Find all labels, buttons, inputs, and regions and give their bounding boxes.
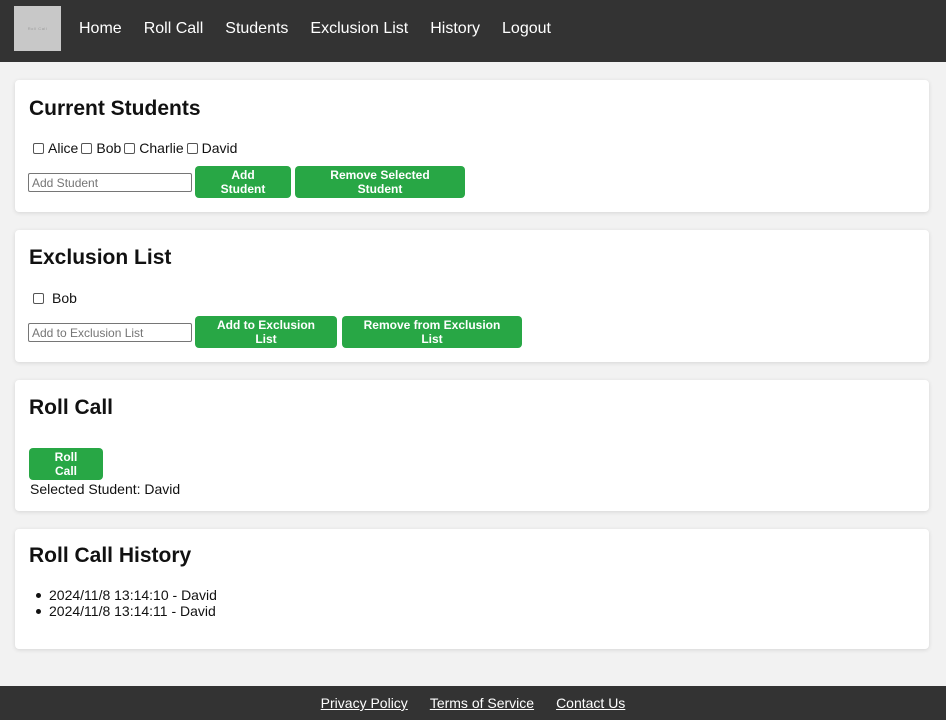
nav-logout-link[interactable]: Logout <box>502 19 551 39</box>
exclusion-name: Bob <box>52 290 77 306</box>
current-students-card: Current Students Alice Bob Charlie David… <box>15 80 929 212</box>
student-checkbox[interactable] <box>124 142 136 154</box>
student-checkbox[interactable] <box>33 142 44 154</box>
nav-roll-call-link[interactable]: Roll Call <box>144 19 204 39</box>
history-list: 2024/11/8 13:14:10 - David 2024/11/8 13:… <box>30 587 217 619</box>
exclusion-checkbox-list: Bob <box>30 289 77 307</box>
student-item-charlie[interactable]: Charlie <box>121 139 184 157</box>
add-student-input[interactable] <box>28 173 192 192</box>
current-students-title: Current Students <box>29 97 201 120</box>
student-checkbox[interactable] <box>81 142 93 154</box>
page-footer: Privacy Policy Terms of Service Contact … <box>0 686 946 720</box>
roll-call-title: Roll Call <box>29 396 114 419</box>
nav-students-link[interactable]: Students <box>225 19 288 39</box>
student-checkbox[interactable] <box>186 142 198 154</box>
bullet-icon <box>36 592 41 598</box>
exclusion-list-card: Exclusion List Bob Add to Exclusion List… <box>15 230 929 362</box>
contact-us-link[interactable]: Contact Us <box>556 695 625 711</box>
student-name: Bob <box>96 140 122 156</box>
student-name: David <box>201 140 238 156</box>
add-exclusion-input[interactable] <box>28 323 192 342</box>
student-item-alice[interactable]: Alice <box>30 139 78 157</box>
roll-call-history-card: Roll Call History 2024/11/8 13:14:10 - D… <box>15 529 929 649</box>
exclusion-list-title: Exclusion List <box>29 246 172 269</box>
history-entry-text: 2024/11/8 13:14:10 - David <box>49 587 217 603</box>
terms-of-service-link[interactable]: Terms of Service <box>430 695 534 711</box>
nav-history-link[interactable]: History <box>430 19 480 39</box>
remove-from-exclusion-button[interactable]: Remove from Exclusion List <box>342 316 522 348</box>
history-entry-text: 2024/11/8 13:14:11 - David <box>49 603 216 619</box>
history-entry: 2024/11/8 13:14:11 - David <box>30 603 217 619</box>
top-navbar: Roll Call Home Roll Call Students Exclus… <box>0 0 946 62</box>
add-to-exclusion-button[interactable]: Add to Exclusion List <box>195 316 337 348</box>
roll-call-card: Roll Call Roll Call Selected Student: Da… <box>15 380 929 511</box>
selected-student-text: Selected Student: David <box>30 481 181 497</box>
site-logo[interactable]: Roll Call <box>14 6 61 51</box>
roll-call-history-title: Roll Call History <box>29 544 192 567</box>
main-nav: Home Roll Call Students Exclusion List H… <box>79 19 573 39</box>
add-student-button[interactable]: Add Student <box>195 166 291 198</box>
history-entry: 2024/11/8 13:14:10 - David <box>30 587 217 603</box>
student-checkbox-list: Alice Bob Charlie David <box>30 139 237 157</box>
logo-text: Roll Call <box>27 26 48 31</box>
student-item-david[interactable]: David <box>184 139 238 157</box>
privacy-policy-link[interactable]: Privacy Policy <box>321 695 408 711</box>
student-name: Alice <box>48 140 79 156</box>
nav-exclusion-list-link[interactable]: Exclusion List <box>310 19 408 39</box>
student-item-bob[interactable]: Bob <box>78 139 121 157</box>
nav-home-link[interactable]: Home <box>79 19 122 39</box>
exclusion-item-bob[interactable]: Bob <box>30 289 77 307</box>
student-name: Charlie <box>139 140 184 156</box>
roll-call-button[interactable]: Roll Call <box>29 448 103 480</box>
bullet-icon <box>36 608 41 614</box>
remove-selected-student-button[interactable]: Remove Selected Student <box>295 166 465 198</box>
exclusion-checkbox[interactable] <box>33 292 44 304</box>
